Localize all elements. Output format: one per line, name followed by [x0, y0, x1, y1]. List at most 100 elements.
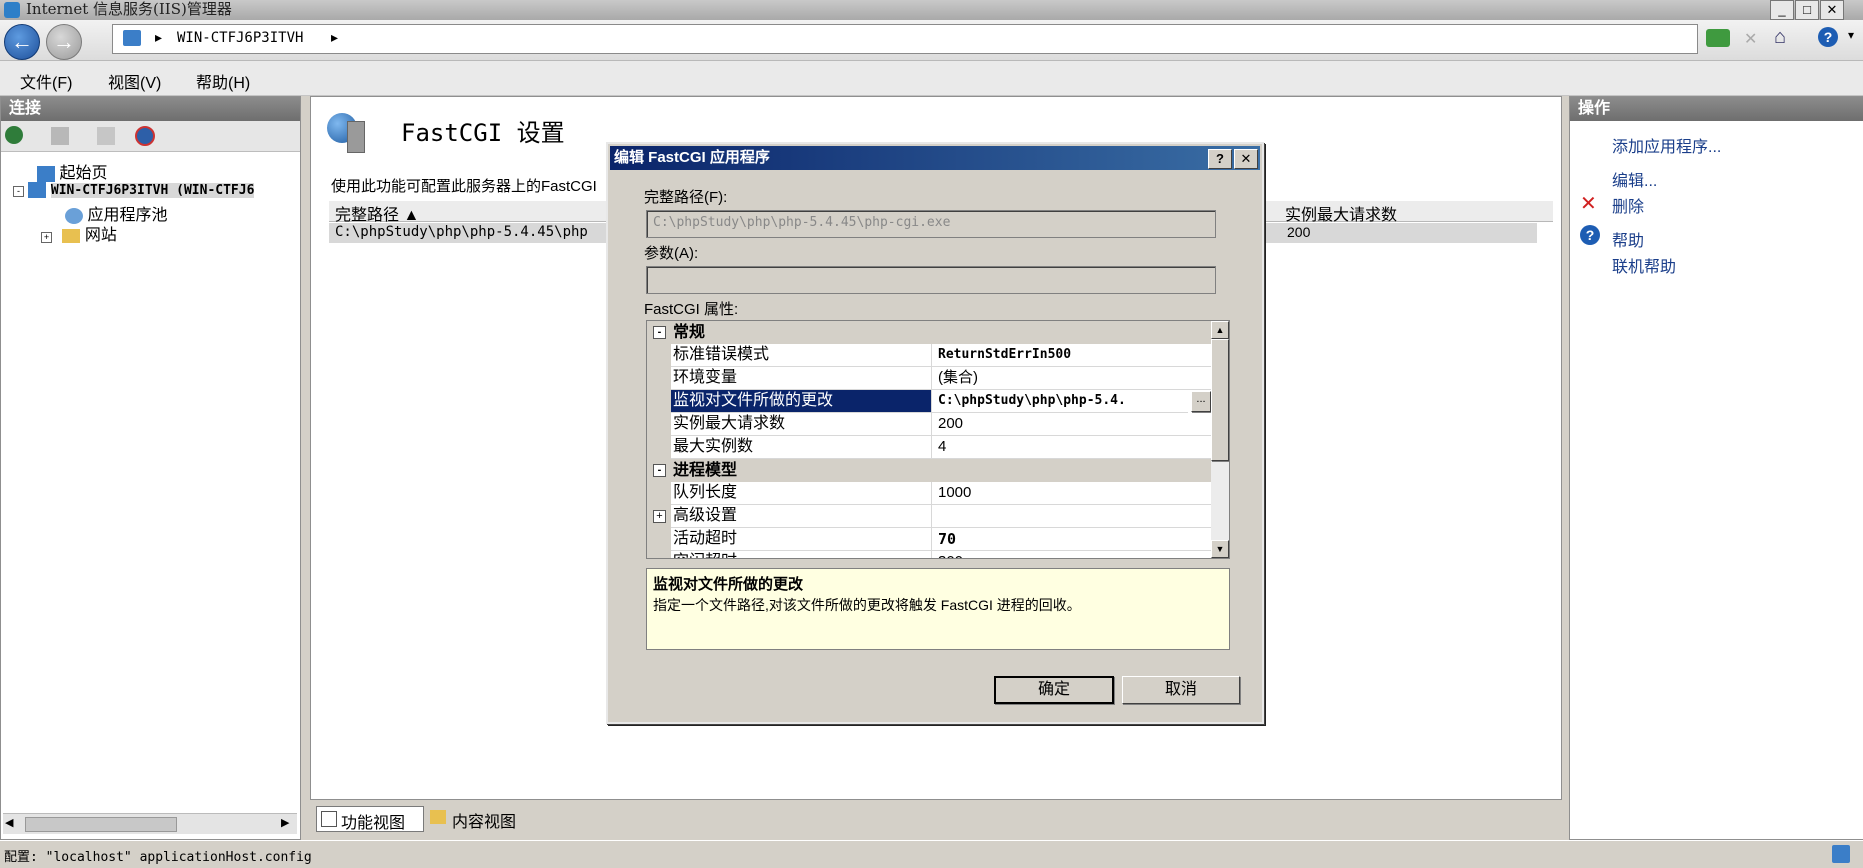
property-value[interactable]: ReturnStdErrIn500	[931, 344, 1218, 367]
edit-link[interactable]: 编辑...	[1612, 167, 1657, 191]
scroll-down-icon[interactable]: ▼	[1211, 540, 1229, 558]
help-link[interactable]: 帮助	[1612, 227, 1644, 251]
property-row-selected[interactable]: 监视对文件所做的更改 C:\phpStudy\php\php-5.4. ...	[647, 390, 1211, 413]
collapse-icon[interactable]: -	[653, 464, 666, 477]
content-view-icon	[430, 810, 446, 824]
forward-button[interactable]: →	[46, 24, 82, 60]
tab-label: 内容视图	[452, 814, 517, 831]
menu-help[interactable]: 帮助(H)	[196, 69, 250, 93]
address-bar[interactable]: ▸ WIN-CTFJ6P3ITVH ▸	[112, 24, 1698, 54]
tab-content-view[interactable]: 内容视图	[430, 806, 540, 831]
up-icon[interactable]	[97, 127, 115, 145]
scroll-up-icon[interactable]: ▲	[1211, 321, 1229, 339]
home-icon[interactable]: ⌂	[1774, 26, 1796, 48]
folder-icon	[62, 228, 81, 243]
category-general[interactable]: - 常规	[647, 321, 1211, 344]
connections-title: 连接	[1, 97, 300, 121]
stop-icon[interactable]: ✕	[1744, 29, 1762, 48]
tree-item-server[interactable]: - WIN-CTFJ6P3ITVH (WIN-CTFJ6	[13, 181, 255, 199]
scroll-right-icon[interactable]: ▶	[281, 816, 289, 829]
horizontal-scrollbar[interactable]: ◀ ▶	[3, 813, 297, 834]
collapse-icon[interactable]: -	[13, 186, 24, 197]
title-bar: Internet 信息服务(IIS)管理器 _ □ ✕	[0, 0, 1863, 20]
help-icon[interactable]: ?	[1818, 27, 1838, 47]
property-value[interactable]: 4	[931, 436, 1218, 459]
scroll-left-icon[interactable]: ◀	[5, 816, 13, 829]
tree-label: 起始页	[59, 165, 108, 182]
save-icon[interactable]	[51, 127, 69, 145]
property-value[interactable]: 70	[931, 528, 1218, 551]
row-gutter	[647, 413, 671, 436]
tree-label: 网站	[84, 227, 117, 244]
property-name: 高级设置	[671, 505, 931, 528]
menu-bar: 文件(F) 视图(V) 帮助(H)	[0, 61, 1863, 96]
address-path[interactable]: WIN-CTFJ6P3ITVH	[177, 30, 303, 46]
property-row[interactable]: + 高级设置	[647, 505, 1218, 528]
dialog-close-button[interactable]: ✕	[1234, 149, 1258, 169]
tab-features-view[interactable]: 功能视图	[316, 806, 424, 832]
property-value[interactable]: (集合)	[931, 367, 1218, 390]
row-gutter	[647, 367, 671, 390]
property-name: 监视对文件所做的更改	[671, 390, 931, 413]
minimize-button[interactable]: _	[1770, 0, 1794, 20]
actions-panel: 操作 添加应用程序... 编辑... ✕ 删除 ? 帮助 联机帮助	[1569, 96, 1863, 840]
row-gutter	[647, 528, 671, 551]
menu-view[interactable]: 视图(V)	[108, 69, 161, 93]
expand-icon[interactable]: +	[41, 232, 52, 243]
property-name: 活动超时	[671, 528, 931, 551]
property-value[interactable]: 200	[931, 413, 1218, 436]
property-name: 队列长度	[671, 482, 931, 505]
column-full-path[interactable]: 完整路径 ▲	[335, 201, 419, 225]
column-max-requests[interactable]: 实例最大请求数	[1285, 201, 1397, 225]
property-value[interactable]	[931, 505, 1218, 528]
property-row[interactable]: 标准错误模式 ReturnStdErrIn500	[647, 344, 1218, 367]
maximize-button[interactable]: □	[1795, 0, 1819, 20]
property-value[interactable]: C:\phpStudy\php\php-5.4.	[931, 390, 1188, 413]
cancel-button[interactable]: 取消	[1122, 676, 1240, 704]
edit-fastcgi-dialog: 编辑 FastCGI 应用程序 ? ✕ 完整路径(F): C:\phpStudy…	[606, 142, 1264, 724]
close-button[interactable]: ✕	[1820, 0, 1844, 20]
menu-file[interactable]: 文件(F)	[20, 69, 72, 93]
property-row[interactable]: 环境变量 (集合)	[647, 367, 1218, 390]
ok-button[interactable]: 确定	[994, 676, 1114, 704]
property-row[interactable]: 活动超时 70	[647, 528, 1218, 551]
property-value[interactable]: 1000	[931, 482, 1218, 505]
delete-link[interactable]: 删除	[1612, 193, 1644, 217]
scroll-thumb[interactable]	[1211, 339, 1229, 461]
iis-app-icon	[4, 2, 20, 18]
property-value[interactable]: 300	[931, 551, 1218, 558]
tab-label: 功能视图	[341, 815, 406, 832]
props-label: FastCGI 属性:	[644, 301, 739, 318]
connect-icon[interactable]	[5, 126, 23, 144]
category-label: 进程模型	[673, 462, 738, 479]
online-help-link[interactable]: 联机帮助	[1612, 253, 1676, 277]
back-button[interactable]: ←	[4, 24, 40, 60]
status-text: 配置: "localhost" applicationHost.config	[4, 850, 312, 865]
collapse-icon[interactable]: -	[653, 326, 666, 339]
category-process-model[interactable]: - 进程模型	[647, 459, 1211, 482]
property-row[interactable]: 实例最大请求数 200	[647, 413, 1218, 436]
row-gutter	[647, 482, 671, 505]
row-path: C:\phpStudy\php\php-5.4.45\php	[335, 224, 588, 240]
address-separator-1: ▸	[155, 29, 163, 45]
page-description: 使用此功能可配置此服务器上的FastCGI	[331, 178, 597, 195]
help-dropdown-icon[interactable]: ▾	[1848, 28, 1854, 42]
disconnect-icon[interactable]	[135, 126, 155, 146]
connections-panel: 连接 起始页 - WIN-CTFJ6P3ITVH (WIN-CTFJ6 应用程序…	[0, 96, 301, 840]
property-row[interactable]: 最大实例数 4	[647, 436, 1218, 459]
tree-item-start-page[interactable]: 起始页	[37, 159, 107, 183]
description-text: 指定一个文件路径,对该文件所做的更改将触发 FastCGI 进程的回收。	[653, 597, 1081, 613]
property-row[interactable]: 空闲超时 300	[647, 551, 1211, 558]
dialog-title: 编辑 FastCGI 应用程序	[614, 149, 770, 166]
property-row[interactable]: 队列长度 1000	[647, 482, 1218, 505]
scroll-thumb[interactable]	[25, 817, 177, 832]
add-application-link[interactable]: 添加应用程序...	[1612, 133, 1721, 157]
tree-item-sites[interactable]: + 网站	[41, 221, 117, 245]
dialog-help-button[interactable]: ?	[1208, 149, 1232, 169]
grid-scrollbar[interactable]: ▲ ▼	[1211, 321, 1229, 558]
browse-button[interactable]: ...	[1191, 391, 1211, 412]
help-icon: ?	[1580, 225, 1600, 245]
property-grid: - 常规 标准错误模式 ReturnStdErrIn500 环境变量 (集合) …	[646, 320, 1230, 559]
expand-icon[interactable]: +	[653, 510, 666, 523]
refresh-icon[interactable]	[1706, 29, 1730, 47]
